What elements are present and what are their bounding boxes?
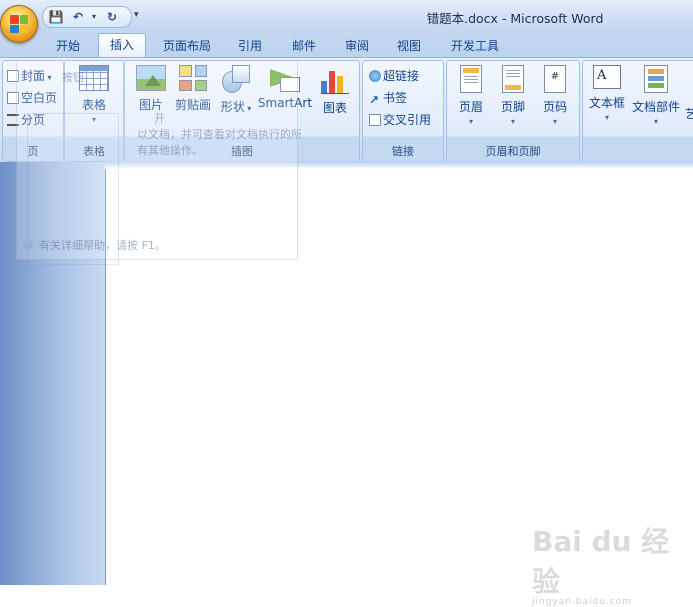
tab-page-layout[interactable]: 页面布局 bbox=[154, 36, 220, 57]
footer-button[interactable]: 页脚 ▾ bbox=[495, 65, 531, 126]
chart-button[interactable]: 图表 bbox=[317, 65, 353, 116]
chevron-down-icon: ▾ bbox=[604, 113, 609, 122]
tab-mailings[interactable]: 邮件 bbox=[282, 36, 326, 57]
footer-icon bbox=[502, 65, 524, 93]
tooltip-help: 有关详细帮助，请按 F1。 bbox=[23, 237, 166, 253]
page-number-icon: # bbox=[544, 65, 566, 93]
group-header-footer: 页眉 ▾ 页脚 ▾ # 页码 ▾ 页眉和页脚 bbox=[446, 60, 580, 162]
chevron-down-icon: ▾ bbox=[510, 117, 515, 126]
group-links: 超链接 ↗ 书签 交叉引用 链接 bbox=[362, 60, 444, 162]
tooltip-line: 开 bbox=[154, 112, 165, 125]
title-bar: 💾 ↶ ▾ ↻ ▾ 错题本.docx - Microsoft Word bbox=[0, 0, 693, 31]
ribbon-tabs: 开始 插入 页面布局 引用 邮件 审阅 视图 开发工具 bbox=[0, 31, 693, 58]
office-logo-icon bbox=[10, 15, 28, 33]
chevron-down-icon: ▾ bbox=[552, 117, 557, 126]
cross-reference-button[interactable]: 交叉引用 bbox=[369, 111, 431, 128]
bookmark-button[interactable]: ↗ 书签 bbox=[369, 89, 407, 106]
tab-insert[interactable]: 插入 bbox=[98, 33, 146, 58]
hyperlink-button[interactable]: 超链接 bbox=[369, 67, 419, 84]
save-icon[interactable]: 💾 bbox=[47, 9, 65, 25]
redo-icon[interactable]: ↻ bbox=[103, 9, 121, 25]
bookmark-icon: ↗ bbox=[369, 93, 380, 107]
page-number-button[interactable]: # 页码 ▾ bbox=[537, 65, 573, 126]
text-box-icon: A bbox=[593, 65, 621, 89]
tooltip-body: 以文档，并可查看对文档执行的所有其他操作。 bbox=[137, 128, 302, 157]
tooltip-title: 按钮 bbox=[62, 71, 84, 84]
chart-icon bbox=[321, 65, 349, 94]
hyperlink-icon bbox=[369, 70, 381, 82]
quick-access-toolbar: 💾 ↶ ▾ ↻ bbox=[42, 6, 132, 28]
help-icon bbox=[23, 240, 33, 250]
group-text: A 文本框 ▾ 文档部件 ▾ 艺 bbox=[582, 60, 693, 162]
tab-view[interactable]: 视图 bbox=[387, 36, 431, 57]
customize-toolbar-icon[interactable]: ▾ bbox=[134, 10, 139, 20]
header-icon bbox=[460, 65, 482, 93]
chevron-down-icon: ▾ bbox=[468, 117, 473, 126]
tab-home[interactable]: 开始 bbox=[46, 36, 90, 57]
group-label-header-footer: 页眉和页脚 bbox=[485, 145, 541, 158]
quick-parts-button[interactable]: 文档部件 ▾ bbox=[631, 65, 681, 126]
window-title: 错题本.docx - Microsoft Word bbox=[426, 11, 604, 26]
tab-developer[interactable]: 开发工具 bbox=[442, 36, 508, 57]
text-box-button[interactable]: A 文本框 ▾ bbox=[587, 65, 627, 122]
quick-parts-icon bbox=[644, 65, 668, 93]
fading-tooltip: 按钮 开 以文档，并可查看对文档执行的所有其他操作。 有关详细帮助，请按 F1。 bbox=[16, 60, 302, 265]
chevron-down-icon: ▾ bbox=[653, 117, 658, 126]
tab-review[interactable]: 审阅 bbox=[335, 36, 379, 57]
undo-dropdown-icon[interactable]: ▾ bbox=[85, 9, 103, 25]
office-button[interactable] bbox=[0, 5, 38, 43]
tab-references[interactable]: 引用 bbox=[228, 36, 272, 57]
wordart-button[interactable]: 艺 bbox=[685, 105, 693, 122]
cross-reference-icon bbox=[369, 114, 381, 126]
baidu-watermark: Bai du 经验 jingyan.baidu.com bbox=[532, 525, 670, 607]
group-label-links: 链接 bbox=[392, 145, 414, 158]
header-button[interactable]: 页眉 ▾ bbox=[453, 65, 489, 126]
